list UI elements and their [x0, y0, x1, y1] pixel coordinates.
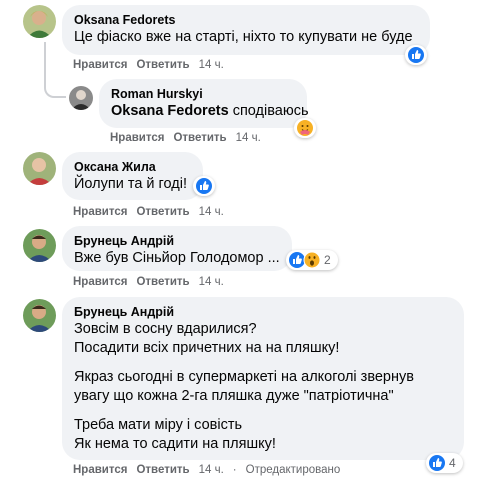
comment-actions: Нравится Ответить 14 ч. — [73, 276, 224, 288]
comment-author[interactable]: Брунець Андрій — [74, 304, 452, 320]
timestamp[interactable]: 14 ч. — [199, 276, 224, 288]
avatar[interactable] — [23, 5, 56, 38]
comment-text-line: Треба мати міру і совість — [74, 417, 243, 433]
avatar[interactable] — [23, 229, 56, 262]
thread-connector — [44, 42, 66, 98]
comment-actions: Нравится Ответить 14 ч. · Отредактировано — [73, 464, 340, 476]
mention-link[interactable]: Oksana Fedorets — [111, 103, 229, 119]
reaction-summary[interactable]: 4 — [426, 453, 463, 473]
like-link[interactable]: Нравится — [73, 206, 127, 218]
timestamp[interactable]: 14 ч. — [236, 132, 261, 144]
comment-bubble: Oksana Fedorets Це фіаско вже на старті,… — [62, 5, 430, 55]
comment-text-line: Зовсім в сосну вдарилися? — [74, 321, 257, 337]
timestamp[interactable]: 14 ч. — [199, 59, 224, 71]
comment-author[interactable]: Roman Hurskyi — [111, 86, 295, 102]
like-icon — [195, 177, 213, 195]
reaction-count: 4 — [449, 456, 456, 470]
reply-link[interactable]: Ответить — [136, 276, 189, 288]
comment-actions: Нравится Ответить 14 ч. — [73, 206, 224, 218]
comment-text-line: Якраз сьогодні в супермаркеті на алкогол… — [74, 369, 414, 385]
comment-text-line — [74, 358, 452, 368]
reply-link[interactable]: Ответить — [136, 59, 189, 71]
comment-text-line — [74, 406, 452, 416]
comment-author[interactable]: Оксана Жила — [74, 159, 191, 175]
reaction-summary[interactable] — [193, 176, 215, 196]
comment-text-line: Як нема то садити на пляшку! — [74, 436, 276, 452]
reaction-summary[interactable]: 2 — [286, 250, 338, 270]
comment-text: Oksana Fedorets сподіваюсь — [111, 103, 309, 119]
comment-bubble: Оксана Жила Йолупи та й годі! — [62, 152, 203, 200]
separator-dot: · — [232, 464, 237, 476]
comment-bubble: Брунець Андрій Вже був Сіньйор Голодомор… — [62, 226, 292, 271]
comment-actions: Нравится Ответить 14 ч. — [73, 59, 224, 71]
timestamp[interactable]: 14 ч. — [199, 206, 224, 218]
like-link[interactable]: Нравится — [73, 276, 127, 288]
reply-link[interactable]: Ответить — [136, 206, 189, 218]
comment-text: Вже був Сіньйор Голодомор ... — [74, 250, 280, 266]
reaction-count: 2 — [324, 253, 331, 267]
reaction-summary[interactable] — [294, 118, 316, 138]
wow-icon — [303, 251, 321, 269]
avatar[interactable] — [69, 86, 93, 110]
like-link[interactable]: Нравится — [110, 132, 164, 144]
edited-label: Отредактировано — [245, 464, 341, 476]
reply-link[interactable]: Ответить — [136, 464, 189, 476]
avatar[interactable] — [23, 299, 56, 332]
like-link[interactable]: Нравится — [73, 464, 127, 476]
comment-bubble: Roman Hurskyi Oksana Fedorets сподіваюсь — [99, 79, 309, 128]
care-icon — [296, 119, 314, 137]
comment-text: Йолупи та й годі! — [74, 176, 187, 192]
comment-actions: Нравится Ответить 14 ч. — [110, 132, 261, 144]
reply-link[interactable]: Ответить — [173, 132, 226, 144]
reaction-summary[interactable] — [405, 45, 427, 65]
comment-text-line: Посадити всіх причетних на на пляшку! — [74, 340, 340, 356]
comment-author[interactable]: Oksana Fedorets — [74, 12, 418, 28]
comment-text: Це фіаско вже на старті, ніхто то купува… — [74, 29, 413, 45]
like-icon — [407, 46, 425, 64]
like-link[interactable]: Нравится — [73, 59, 127, 71]
timestamp[interactable]: 14 ч. — [199, 464, 224, 476]
comment-author[interactable]: Брунець Андрій — [74, 233, 280, 249]
comment-text-line: увагу що кожна 2-га пляшка дуже "патріот… — [74, 388, 394, 404]
like-icon — [428, 454, 446, 472]
comment-bubble: Брунець Андрій Зовсім в сосну вдарилися?… — [62, 297, 464, 460]
avatar[interactable] — [23, 152, 56, 185]
